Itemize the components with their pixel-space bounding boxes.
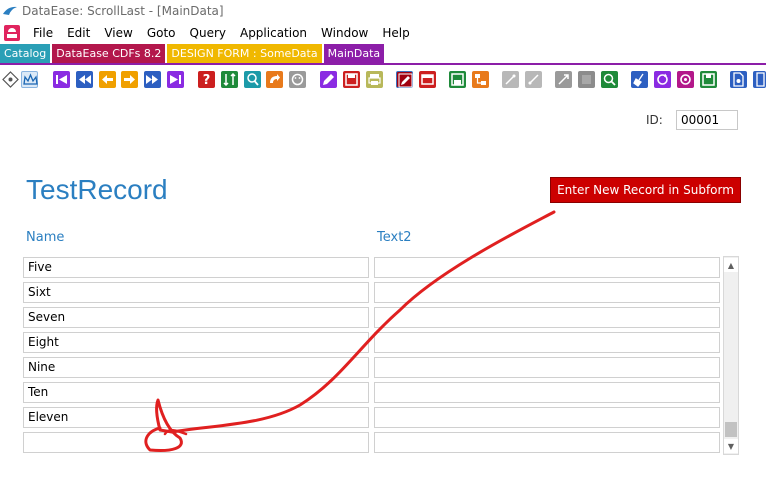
forward-icon[interactable] bbox=[121, 71, 138, 88]
block-icon[interactable] bbox=[578, 71, 595, 88]
sort-icon[interactable] bbox=[221, 71, 238, 88]
scroll-thumb[interactable] bbox=[725, 422, 737, 437]
save-icon[interactable] bbox=[343, 71, 360, 88]
design-pencil-icon[interactable] bbox=[396, 71, 413, 88]
text2-field-new-record[interactable] bbox=[374, 432, 720, 453]
link-icon[interactable] bbox=[525, 71, 542, 88]
tab-maindata[interactable]: MainData bbox=[323, 44, 385, 63]
name-field[interactable]: Ten bbox=[23, 382, 369, 403]
back-icon[interactable] bbox=[99, 71, 116, 88]
menu-application[interactable]: Application bbox=[233, 26, 314, 40]
svg-text:?: ? bbox=[203, 73, 211, 88]
menu-window[interactable]: Window bbox=[314, 26, 375, 40]
text2-field[interactable] bbox=[374, 357, 720, 378]
crown-icon[interactable] bbox=[21, 71, 38, 88]
document-menu-icon[interactable] bbox=[4, 24, 20, 41]
find-icon[interactable] bbox=[244, 71, 261, 88]
first-record-icon[interactable] bbox=[53, 71, 70, 88]
zoom-green-icon[interactable] bbox=[601, 71, 618, 88]
next-record-icon[interactable] bbox=[144, 71, 161, 88]
clear-icon[interactable] bbox=[289, 71, 306, 88]
scroll-up-icon[interactable]: ▲ bbox=[724, 258, 738, 272]
broom-icon[interactable] bbox=[631, 71, 648, 88]
menu-goto[interactable]: Goto bbox=[140, 26, 183, 40]
subform-scrollbar[interactable]: ▲ ▼ bbox=[723, 256, 739, 455]
text2-field[interactable] bbox=[374, 307, 720, 328]
tab-underline bbox=[0, 63, 766, 65]
expand-icon[interactable] bbox=[555, 71, 572, 88]
enter-new-record-button[interactable]: Enter New Record in Subform bbox=[550, 177, 741, 203]
id-label: ID: bbox=[646, 113, 663, 127]
document-copy-icon[interactable] bbox=[753, 71, 766, 88]
column-header-name: Name bbox=[26, 230, 65, 245]
edit-record-icon[interactable] bbox=[320, 71, 337, 88]
last-record-icon[interactable] bbox=[167, 71, 184, 88]
document-tabs: Catalog DataEase CDFs 8.2 DESIGN FORM : … bbox=[0, 44, 386, 63]
menu-edit[interactable]: Edit bbox=[60, 26, 97, 40]
menu-help[interactable]: Help bbox=[375, 26, 416, 40]
document-icon[interactable] bbox=[730, 71, 747, 88]
cycle-icon[interactable] bbox=[677, 71, 694, 88]
structure-icon[interactable] bbox=[472, 71, 489, 88]
name-field[interactable]: Eight bbox=[23, 332, 369, 353]
save-green-icon[interactable] bbox=[449, 71, 466, 88]
title-bar: DataEase: ScrollLast - [MainData] bbox=[0, 0, 766, 22]
menu-query[interactable]: Query bbox=[183, 26, 233, 40]
text2-field[interactable] bbox=[374, 407, 720, 428]
text2-field[interactable] bbox=[374, 382, 720, 403]
name-field[interactable]: Seven bbox=[23, 307, 369, 328]
help-icon[interactable]: ? bbox=[198, 71, 215, 88]
text2-field[interactable] bbox=[374, 257, 720, 278]
name-field[interactable]: Nine bbox=[23, 357, 369, 378]
refresh-icon[interactable] bbox=[654, 71, 671, 88]
text2-field[interactable] bbox=[374, 282, 720, 303]
previous-record-icon[interactable] bbox=[76, 71, 93, 88]
redo-icon[interactable] bbox=[266, 71, 283, 88]
scroll-down-icon[interactable]: ▼ bbox=[724, 439, 738, 453]
layout-icon[interactable] bbox=[419, 71, 436, 88]
navigate-diamond-icon[interactable] bbox=[2, 71, 19, 88]
toolbar: ? bbox=[0, 68, 766, 92]
dataease-logo-icon bbox=[3, 6, 17, 15]
column-header-text2: Text2 bbox=[377, 230, 412, 245]
print-icon[interactable] bbox=[366, 71, 383, 88]
name-field-new-record[interactable] bbox=[23, 432, 369, 453]
menu-bar: File Edit View Goto Query Application Wi… bbox=[0, 22, 766, 43]
relation-icon[interactable] bbox=[502, 71, 519, 88]
menu-view[interactable]: View bbox=[97, 26, 139, 40]
window-title: DataEase: ScrollLast - [MainData] bbox=[22, 4, 224, 18]
text2-field[interactable] bbox=[374, 332, 720, 353]
tab-dataease-cdfs[interactable]: DataEase CDFs 8.2 bbox=[52, 44, 166, 63]
disk-green-icon[interactable] bbox=[700, 71, 717, 88]
name-field[interactable]: Five bbox=[23, 257, 369, 278]
menu-file[interactable]: File bbox=[26, 26, 60, 40]
tab-design-form[interactable]: DESIGN FORM : SomeData bbox=[167, 44, 322, 63]
form-title: TestRecord bbox=[26, 174, 168, 205]
name-field[interactable]: Sixt bbox=[23, 282, 369, 303]
id-field[interactable]: 00001 bbox=[676, 110, 738, 130]
name-field[interactable]: Eleven bbox=[23, 407, 369, 428]
tab-catalog[interactable]: Catalog bbox=[0, 44, 51, 63]
